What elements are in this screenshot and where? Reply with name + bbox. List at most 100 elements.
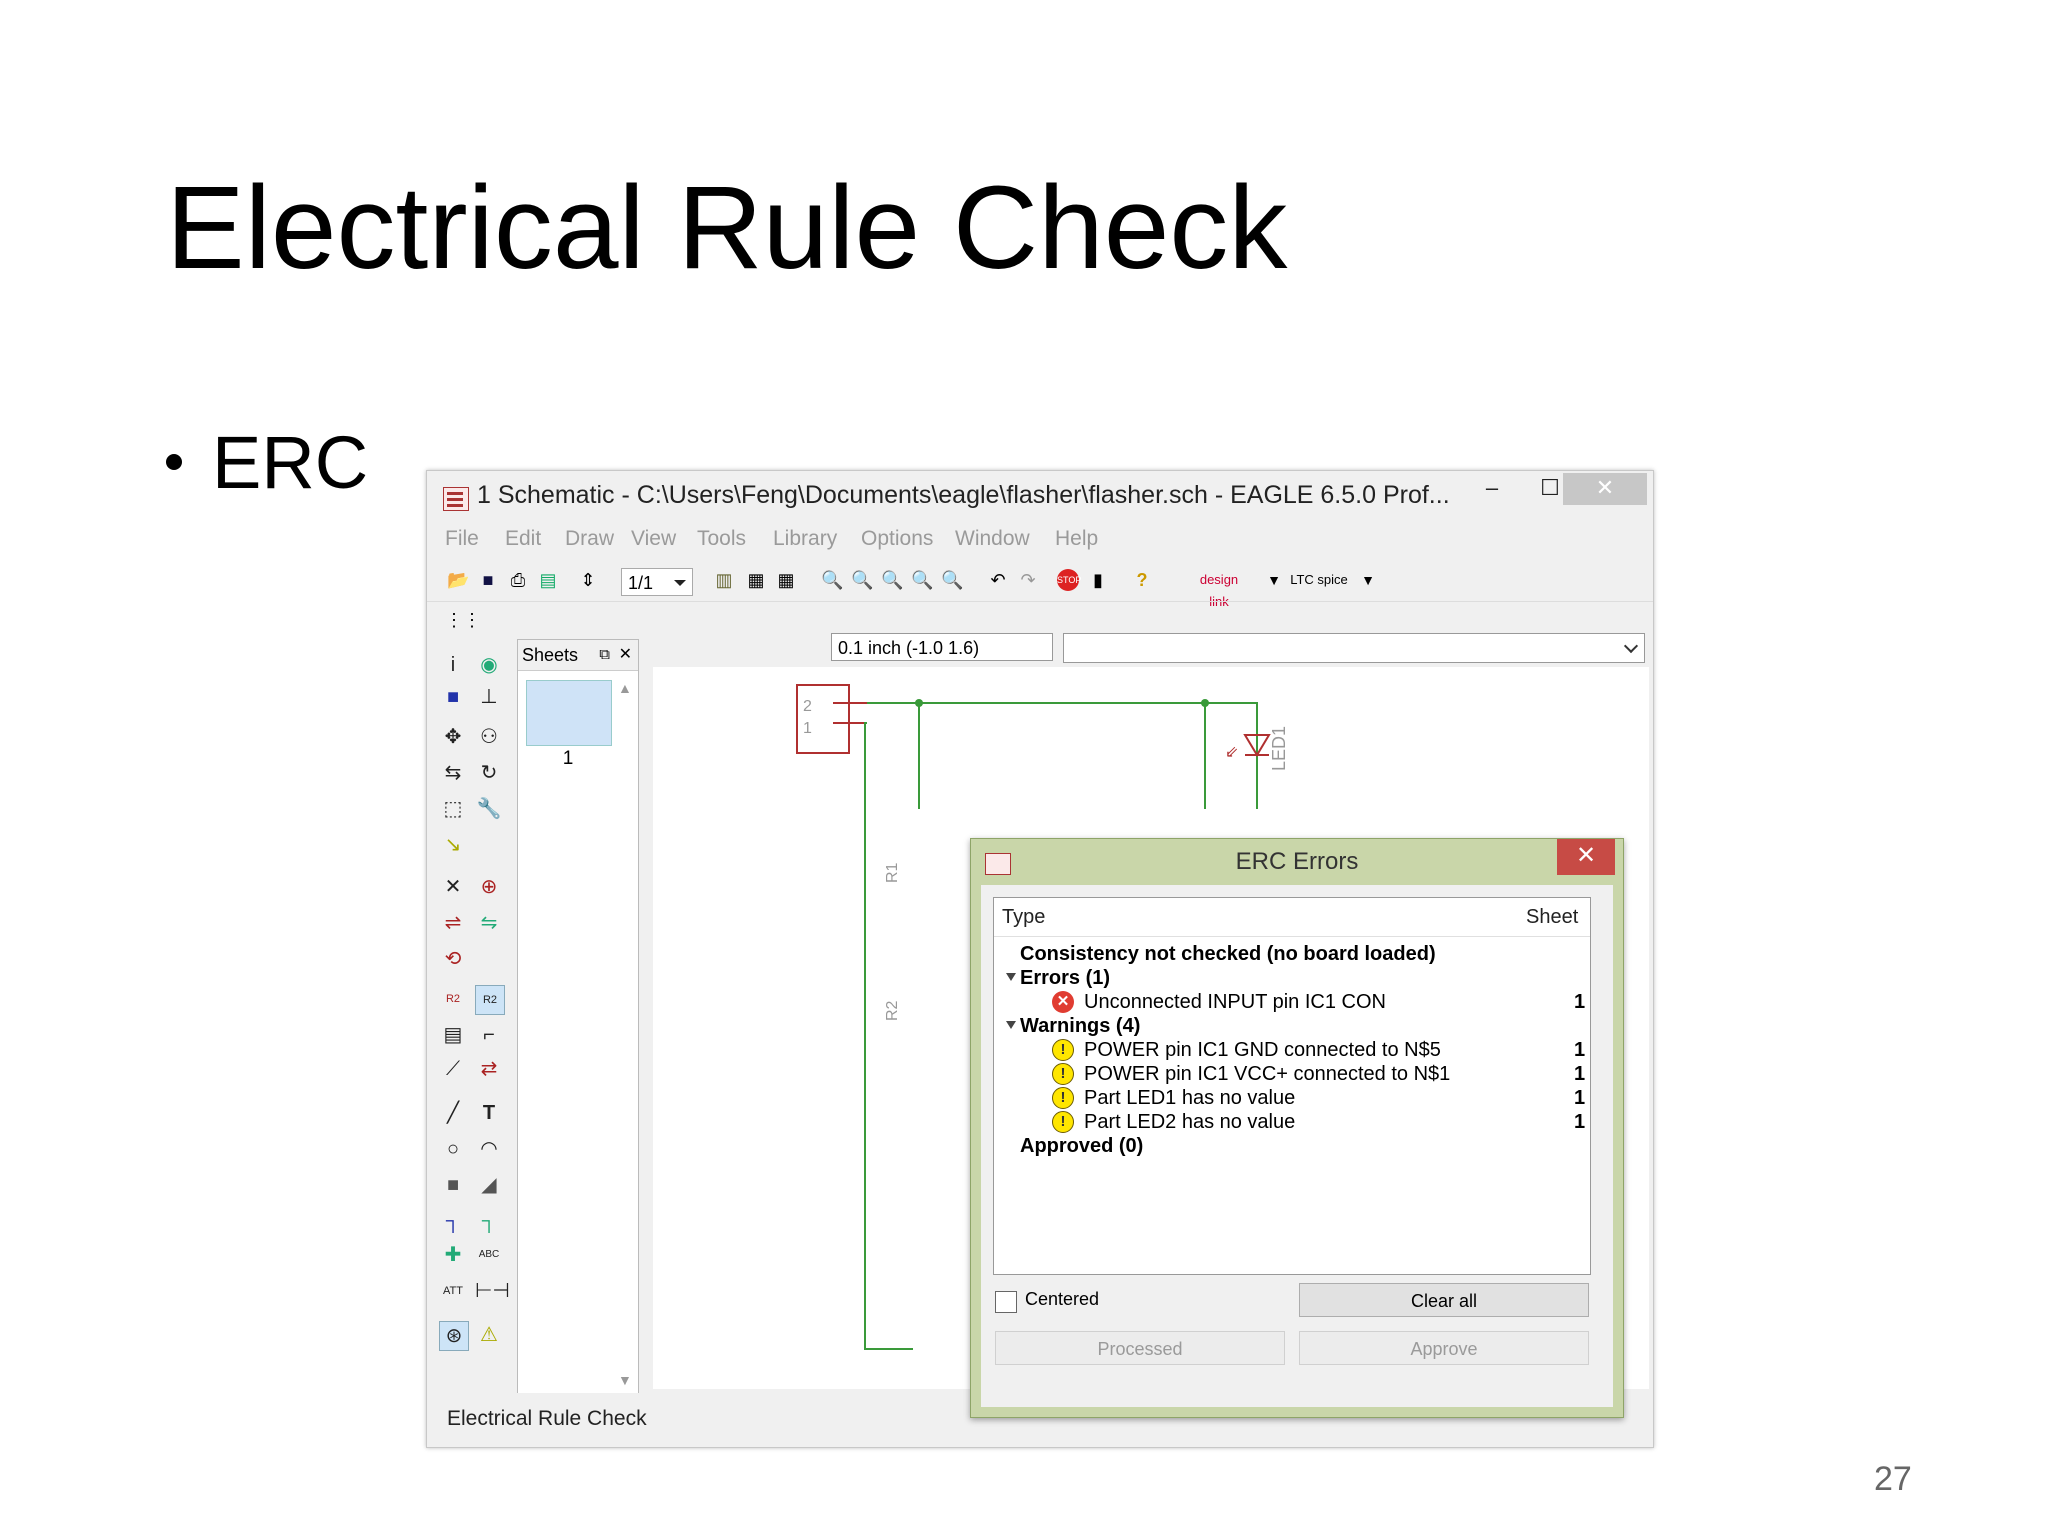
attribute-icon[interactable]: ATT: [439, 1277, 467, 1305]
menu-edit[interactable]: Edit: [505, 527, 541, 551]
move-icon[interactable]: ✥: [439, 723, 467, 751]
restore-icon[interactable]: ⧉: [599, 640, 610, 670]
menu-library[interactable]: Library: [773, 527, 837, 551]
zoom-redraw-icon[interactable]: 🔍: [911, 569, 933, 591]
gateswap-icon[interactable]: ⇋: [475, 909, 503, 937]
paste-icon[interactable]: ↘: [439, 831, 467, 859]
command-line-input[interactable]: [1063, 633, 1645, 663]
led1-arrows: ⇙: [1225, 744, 1238, 761]
menu-draw[interactable]: Draw: [565, 527, 614, 551]
mark-icon[interactable]: ⊥: [475, 683, 503, 711]
sheet-icon[interactable]: ⇕: [577, 569, 599, 591]
menu-tools[interactable]: Tools: [697, 527, 746, 551]
errors-icon[interactable]: ⚠: [475, 1321, 503, 1349]
miter-icon[interactable]: ⌐: [475, 1021, 503, 1049]
text-icon[interactable]: T: [475, 1099, 503, 1127]
smash-icon[interactable]: ▤: [439, 1021, 467, 1049]
split-icon[interactable]: ⟋: [439, 1055, 467, 1083]
minimize-button[interactable]: –: [1469, 473, 1515, 505]
cam-icon[interactable]: ▤: [537, 569, 559, 591]
menu-help[interactable]: Help: [1055, 527, 1098, 551]
menu-file[interactable]: File: [445, 527, 479, 551]
script-icon[interactable]: ▦: [745, 569, 767, 591]
sheet-thumbnail[interactable]: [526, 680, 612, 746]
approve-button[interactable]: Approve: [1299, 1331, 1589, 1365]
zoom-select-icon[interactable]: 🔍: [941, 569, 963, 591]
close-icon[interactable]: ✕: [619, 640, 632, 670]
expand-triangle-icon[interactable]: [1006, 1021, 1016, 1029]
dimension-icon[interactable]: ⊢⊣: [475, 1277, 510, 1305]
rect-icon[interactable]: ■: [439, 1171, 467, 1199]
erc-errors-dialog: ERC Errors ✕ Type Sheet Consistency not …: [970, 838, 1624, 1418]
led1-label: LED1: [1269, 726, 1289, 771]
delete-icon[interactable]: ✕: [439, 873, 467, 901]
save-icon[interactable]: ■: [477, 569, 499, 591]
close-button[interactable]: ✕: [1563, 473, 1647, 505]
sheets-panel-title: Sheets: [522, 645, 579, 665]
processed-button[interactable]: Processed: [995, 1331, 1285, 1365]
value-icon[interactable]: R2: [475, 985, 505, 1015]
pinswap-icon[interactable]: ⇌: [439, 909, 467, 937]
open-icon[interactable]: 📂: [447, 569, 469, 591]
zoom-fit-icon[interactable]: 🔍: [821, 569, 843, 591]
name-icon[interactable]: R2: [439, 985, 467, 1013]
wire-icon[interactable]: ╱: [439, 1099, 467, 1127]
ltspice-icon[interactable]: LTC spice: [1289, 569, 1349, 591]
approved-group-row[interactable]: Approved (0): [994, 1132, 1590, 1160]
undo-icon[interactable]: ↶: [987, 569, 1009, 591]
label-icon[interactable]: ABC: [475, 1241, 503, 1269]
mirror-icon[interactable]: ⇆: [439, 759, 467, 787]
rotate-icon[interactable]: ↻: [475, 759, 503, 787]
bus-icon[interactable]: ┐: [439, 1207, 467, 1235]
sheet-select[interactable]: 1/1: [621, 568, 693, 596]
erc-icon[interactable]: ⊛: [439, 1321, 469, 1351]
erc-results-tree[interactable]: Type Sheet Consistency not checked (no b…: [993, 897, 1591, 1275]
circle-icon[interactable]: ○: [439, 1135, 467, 1163]
change-icon[interactable]: 🔧: [475, 795, 503, 823]
net-icon[interactable]: ┐: [475, 1207, 503, 1235]
stop-icon[interactable]: STOP: [1057, 569, 1081, 591]
warning-icon: !: [1052, 1063, 1074, 1085]
info-icon[interactable]: i: [439, 651, 467, 679]
replace-icon[interactable]: ⟲: [439, 945, 467, 973]
arc-icon[interactable]: ◠: [475, 1135, 503, 1163]
connector-pin-2: 2: [803, 698, 812, 715]
column-sheet[interactable]: Sheet: [1526, 906, 1578, 929]
warning-icon: !: [1052, 1039, 1074, 1061]
coordinate-display: 0.1 inch (-1.0 1.6): [831, 633, 1053, 661]
tree-header: Type Sheet: [994, 898, 1590, 937]
net-junction: [915, 699, 923, 707]
redo-icon[interactable]: ↷: [1017, 569, 1039, 591]
help-icon[interactable]: ?: [1131, 569, 1153, 591]
menu-options[interactable]: Options: [861, 527, 933, 551]
go-icon[interactable]: ▮: [1087, 569, 1109, 591]
scroll-down-icon[interactable]: ▼: [618, 1372, 632, 1388]
display-icon[interactable]: ■: [439, 683, 467, 711]
library-icon[interactable]: ▥: [713, 569, 735, 591]
expand-triangle-icon[interactable]: [1006, 973, 1016, 981]
designlink-icon[interactable]: design link: [1189, 569, 1249, 609]
dropdown-arrow-icon[interactable]: ▼: [1263, 569, 1285, 591]
copy-icon[interactable]: ⚇: [475, 723, 503, 751]
dropdown-arrow-icon[interactable]: ▼: [1357, 569, 1379, 591]
grid-icon[interactable]: ⋮⋮: [445, 610, 481, 631]
print-icon[interactable]: ⎙: [507, 569, 529, 591]
add-icon[interactable]: ⊕: [475, 873, 503, 901]
zoom-out-icon[interactable]: 🔍: [881, 569, 903, 591]
menu-window[interactable]: Window: [955, 527, 1030, 551]
ulp-icon[interactable]: ▦: [775, 569, 797, 591]
invoke-icon[interactable]: ⇄: [475, 1055, 503, 1083]
bullet-dot: [166, 454, 182, 471]
clear-all-button[interactable]: Clear all: [1299, 1283, 1589, 1317]
zoom-in-icon[interactable]: 🔍: [851, 569, 873, 591]
erc-close-button[interactable]: ✕: [1557, 839, 1615, 875]
column-type[interactable]: Type: [1002, 906, 1045, 929]
centered-checkbox[interactable]: [995, 1291, 1017, 1313]
menu-view[interactable]: View: [631, 527, 676, 551]
bullet-text: ERC: [212, 421, 369, 504]
scroll-up-icon[interactable]: ▲: [618, 680, 632, 696]
junction-icon[interactable]: ✚: [439, 1241, 467, 1269]
polygon-icon[interactable]: ◢: [475, 1171, 503, 1199]
show-icon[interactable]: ◉: [475, 651, 503, 679]
group-icon[interactable]: ⬚: [439, 795, 467, 823]
